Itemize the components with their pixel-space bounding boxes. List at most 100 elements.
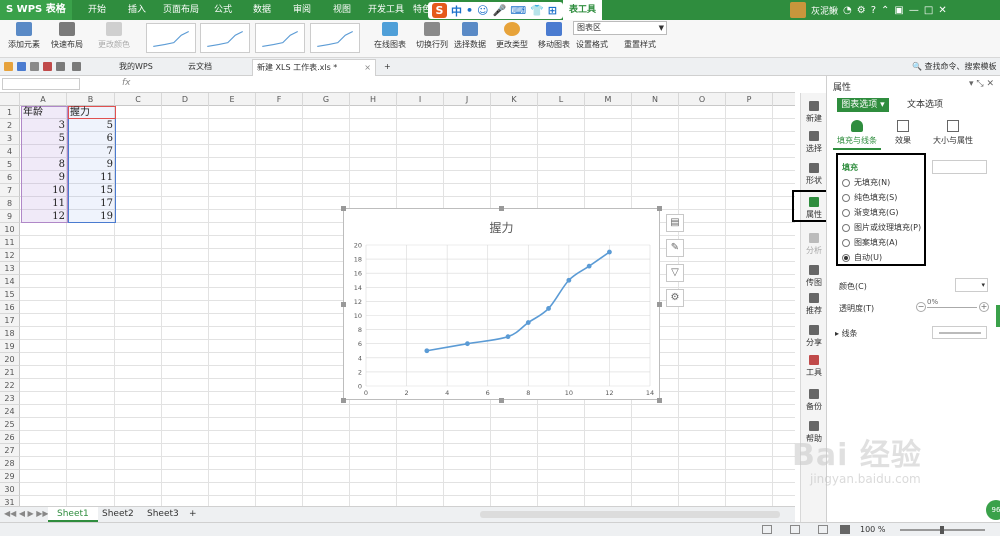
normal-view-icon[interactable] (762, 525, 772, 534)
menu-formula[interactable]: 公式 (214, 0, 232, 20)
resize-handle-b[interactable] (499, 398, 504, 403)
print-icon[interactable] (30, 62, 39, 71)
zoom-slider-knob[interactable] (940, 526, 944, 534)
add-element-button[interactable]: 添加元素 (4, 22, 44, 50)
restore-icon[interactable]: ▣ (894, 5, 903, 16)
chart-style-brush-icon[interactable]: ✎ (666, 239, 684, 257)
resize-handle-tl[interactable] (341, 206, 346, 211)
tab-current-file[interactable]: 新建 XLS 工作表.xls * × (252, 59, 376, 76)
move-chart-button[interactable]: 移动图表 (536, 22, 572, 50)
skin-icon[interactable]: ◔ (843, 5, 852, 16)
row-header-16[interactable]: 16 (0, 301, 20, 314)
resize-handle-r[interactable] (657, 302, 662, 307)
menu-view[interactable]: 视图 (333, 0, 351, 20)
cell-a9[interactable]: 12 (21, 210, 68, 223)
cell-b6[interactable]: 11 (68, 171, 116, 184)
name-box[interactable] (2, 78, 80, 90)
column-header-e[interactable]: E (209, 93, 256, 106)
cell-b7[interactable]: 15 (68, 184, 116, 197)
menu-insert[interactable]: 插入 (128, 0, 146, 20)
row-header-14[interactable]: 14 (0, 275, 20, 288)
cell-a5[interactable]: 8 (21, 158, 68, 171)
column-header-d[interactable]: D (162, 93, 209, 106)
row-header-17[interactable]: 17 (0, 314, 20, 327)
row-header-22[interactable]: 22 (0, 379, 20, 392)
help-icon[interactable]: ? (871, 5, 876, 16)
tab-chart-tools[interactable]: 表工具 (563, 0, 603, 20)
transparency-minus-button[interactable]: − (916, 302, 926, 312)
column-header-c[interactable]: C (115, 93, 162, 106)
column-header-g[interactable]: G (303, 93, 350, 106)
zoom-level[interactable]: 100 % (860, 523, 885, 536)
print-preview-icon[interactable] (43, 62, 52, 71)
change-color-button[interactable]: 更改颜色 (94, 22, 134, 50)
resize-handle-bl[interactable] (341, 398, 346, 403)
fx-icon[interactable]: fx (122, 78, 131, 88)
transparency-slider[interactable] (927, 307, 977, 308)
radio-button[interactable] (842, 253, 850, 262)
sheet-tab-1[interactable]: Sheet1 (48, 507, 98, 522)
chart-style-1[interactable] (146, 23, 196, 53)
sogou-icon[interactable]: S (432, 3, 447, 18)
side-btn-tools[interactable]: 工具 (801, 355, 827, 378)
ime-skin-icon[interactable]: 👕 (530, 4, 544, 17)
row-header-24[interactable]: 24 (0, 405, 20, 418)
row-header-5[interactable]: 5 (0, 158, 20, 171)
radio-button[interactable] (842, 178, 850, 187)
cell-b3[interactable]: 6 (68, 132, 116, 145)
radio-button[interactable] (842, 223, 850, 232)
page-break-view-icon[interactable] (790, 525, 800, 534)
fill-option-5[interactable]: 自动(U) (842, 252, 882, 263)
panel-collapse-tab[interactable] (996, 305, 1000, 327)
column-header-i[interactable]: I (397, 93, 444, 106)
fill-option-1[interactable]: 纯色填充(S) (842, 192, 897, 203)
cell-a1[interactable]: 年龄 (23, 106, 43, 119)
menu-review[interactable]: 审阅 (293, 0, 311, 20)
column-header-n[interactable]: N (632, 93, 679, 106)
tab-chart-options[interactable]: 图表选项 ▾ (837, 98, 889, 112)
online-chart-button[interactable]: 在线图表 (372, 22, 408, 50)
ime-toolbar[interactable]: S 中 • ☺ 🎤 ⌨ 👕 ⊞ (428, 2, 563, 19)
row-header-3[interactable]: 3 (0, 132, 20, 145)
row-header-9[interactable]: 9 (0, 210, 20, 223)
row-header-2[interactable]: 2 (0, 119, 20, 132)
side-btn-upload-image[interactable]: 传图 (801, 265, 827, 288)
user-name[interactable]: 灰泥鳅 (811, 4, 838, 17)
ime-emoji-icon[interactable]: ☺ (477, 4, 488, 17)
side-btn-shape[interactable]: 形状 (801, 163, 827, 186)
line-section-toggle[interactable]: ▸ 线条 (835, 328, 858, 339)
minimize-ribbon-icon[interactable]: ⌃ (881, 5, 889, 16)
column-header-p[interactable]: P (726, 93, 773, 106)
chart-style-3[interactable] (255, 23, 305, 53)
fill-option-3[interactable]: 图片或纹理填充(P) (842, 222, 921, 233)
close-tab-icon[interactable]: × (364, 60, 371, 76)
formula-input[interactable] (140, 78, 790, 90)
row-header-11[interactable]: 11 (0, 236, 20, 249)
column-header-j[interactable]: J (444, 93, 491, 106)
page-layout-view-icon[interactable] (818, 525, 828, 534)
save-icon[interactable] (17, 62, 26, 71)
row-header-4[interactable]: 4 (0, 145, 20, 158)
side-btn-recommend[interactable]: 推荐 (801, 293, 827, 316)
subtab-effect[interactable]: 效果 (879, 120, 927, 146)
tab-text-options[interactable]: 文本选项 (907, 98, 943, 112)
ime-chinese-icon[interactable]: 中 (451, 3, 462, 19)
row-header-12[interactable]: 12 (0, 249, 20, 262)
cell-b1[interactable]: 握力 (70, 106, 90, 119)
side-btn-analysis[interactable]: 分析 (801, 233, 827, 256)
settings-icon[interactable]: ⚙ (857, 5, 866, 16)
cell-a4[interactable]: 7 (21, 145, 68, 158)
ime-keyboard-icon[interactable]: ⌨ (510, 4, 526, 17)
row-header-27[interactable]: 27 (0, 444, 20, 457)
cell-a2[interactable]: 3 (21, 119, 68, 132)
menu-start[interactable]: 开始 (88, 0, 106, 20)
tab-my-wps[interactable]: 我的WPS (115, 59, 180, 76)
menu-page-layout[interactable]: 页面布局 (163, 0, 199, 20)
set-format-button[interactable]: 设置格式 (576, 39, 608, 50)
cell-b5[interactable]: 9 (68, 158, 116, 171)
add-sheet-button[interactable]: + (180, 507, 206, 522)
select-data-button[interactable]: 选择数据 (452, 22, 488, 50)
color-dropdown[interactable]: ▾ (955, 278, 988, 292)
radio-button[interactable] (842, 193, 850, 202)
column-header-h[interactable]: H (350, 93, 397, 106)
